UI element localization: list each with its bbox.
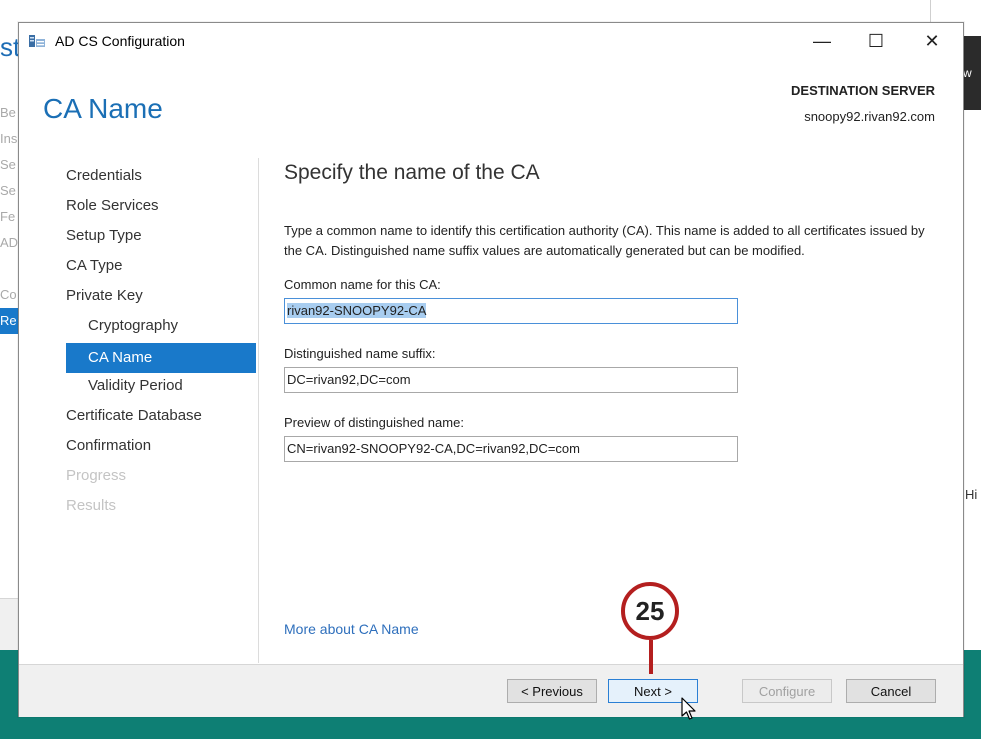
step-callout-badge: 25 — [621, 582, 679, 640]
preview-dn-label: Preview of distinguished name: — [284, 415, 464, 430]
bg-nav-item: AD — [0, 235, 18, 250]
common-name-value: rivan92-SNOOPY92-CA — [287, 303, 427, 318]
configure-button: Configure — [742, 679, 832, 703]
server-config-icon — [29, 35, 45, 47]
bg-nav-item-selected: Re — [0, 308, 18, 334]
step-callout-pointer — [649, 640, 653, 674]
maximize-button[interactable]: ☐ — [853, 23, 899, 59]
bg-nav-item: Be — [0, 105, 16, 120]
nav-item-certificate-database[interactable]: Certificate Database — [66, 403, 256, 433]
bg-dark-panel: w — [963, 36, 981, 110]
bg-nav-item — [0, 256, 18, 282]
bg-nav-item: Ins — [0, 131, 18, 146]
description-text: Type a common name to identify this cert… — [284, 223, 925, 258]
preview-dn-value: CN=rivan92-SNOOPY92-CA,DC=rivan92,DC=com — [287, 441, 580, 456]
page-title: CA Name — [43, 93, 163, 124]
close-button[interactable]: ✕ — [909, 23, 955, 59]
bg-nav: Be Ins Se Se Fe AD Co Re — [0, 100, 18, 334]
nav-divider — [258, 158, 259, 663]
nav-item-credentials[interactable]: Credentials — [66, 163, 256, 193]
nav-item-results: Results — [66, 497, 117, 514]
nav-item-cryptography[interactable]: Cryptography — [66, 313, 256, 343]
cancel-button[interactable]: Cancel — [846, 679, 936, 703]
bg-dark-panel-text: w — [963, 66, 972, 80]
dn-suffix-input[interactable]: DC=rivan92,DC=com — [284, 367, 738, 393]
button-bar: < Previous Next > Configure Cancel — [19, 664, 963, 717]
wizard-nav: Credentials Role Services Setup Type CA … — [66, 163, 256, 523]
section-title: Specify the name of the CA — [284, 161, 540, 184]
bg-nav-item: Se — [0, 183, 16, 198]
bg-nav-item: Se — [0, 157, 16, 172]
main-content: Specify the name of the CA Type a common… — [284, 161, 944, 484]
nav-item-validity-period[interactable]: Validity Period — [66, 373, 256, 403]
bg-nav-item: Fe — [0, 209, 16, 224]
destination-server-label: DESTINATION SERVER — [791, 83, 935, 98]
mouse-cursor-icon — [681, 697, 696, 720]
window-title: AD CS Configuration — [55, 33, 185, 49]
dn-suffix-value: DC=rivan92,DC=com — [287, 372, 411, 387]
common-name-label: Common name for this CA: — [284, 277, 441, 292]
nav-item-ca-name[interactable]: CA Name — [66, 343, 256, 373]
nav-item-role-services[interactable]: Role Services — [66, 193, 256, 223]
previous-button[interactable]: < Previous — [507, 679, 597, 703]
more-about-ca-name-link[interactable]: More about CA Name — [284, 621, 419, 637]
nav-item-private-key[interactable]: Private Key — [66, 283, 256, 313]
nav-item-confirmation[interactable]: Confirmation — [66, 433, 256, 463]
nav-item-setup-type[interactable]: Setup Type — [66, 223, 256, 253]
ad-cs-configuration-dialog: AD CS Configuration — ☐ ✕ CA Name DESTIN… — [18, 22, 964, 717]
nav-item-progress: Progress — [66, 467, 127, 484]
nav-item-ca-type[interactable]: CA Type — [66, 253, 256, 283]
bg-right-text: Hi — [965, 487, 978, 502]
minimize-button[interactable]: — — [799, 23, 845, 59]
bg-nav-item: Co — [0, 287, 17, 302]
title-bar[interactable]: AD CS Configuration — ☐ ✕ — [19, 23, 963, 59]
bg-footer-strip — [0, 598, 18, 651]
preview-dn-field[interactable]: CN=rivan92-SNOOPY92-CA,DC=rivan92,DC=com — [284, 436, 738, 462]
destination-server-value: snoopy92.rivan92.com — [804, 109, 935, 124]
dn-suffix-label: Distinguished name suffix: — [284, 346, 436, 361]
common-name-input[interactable]: rivan92-SNOOPY92-CA — [284, 298, 738, 324]
